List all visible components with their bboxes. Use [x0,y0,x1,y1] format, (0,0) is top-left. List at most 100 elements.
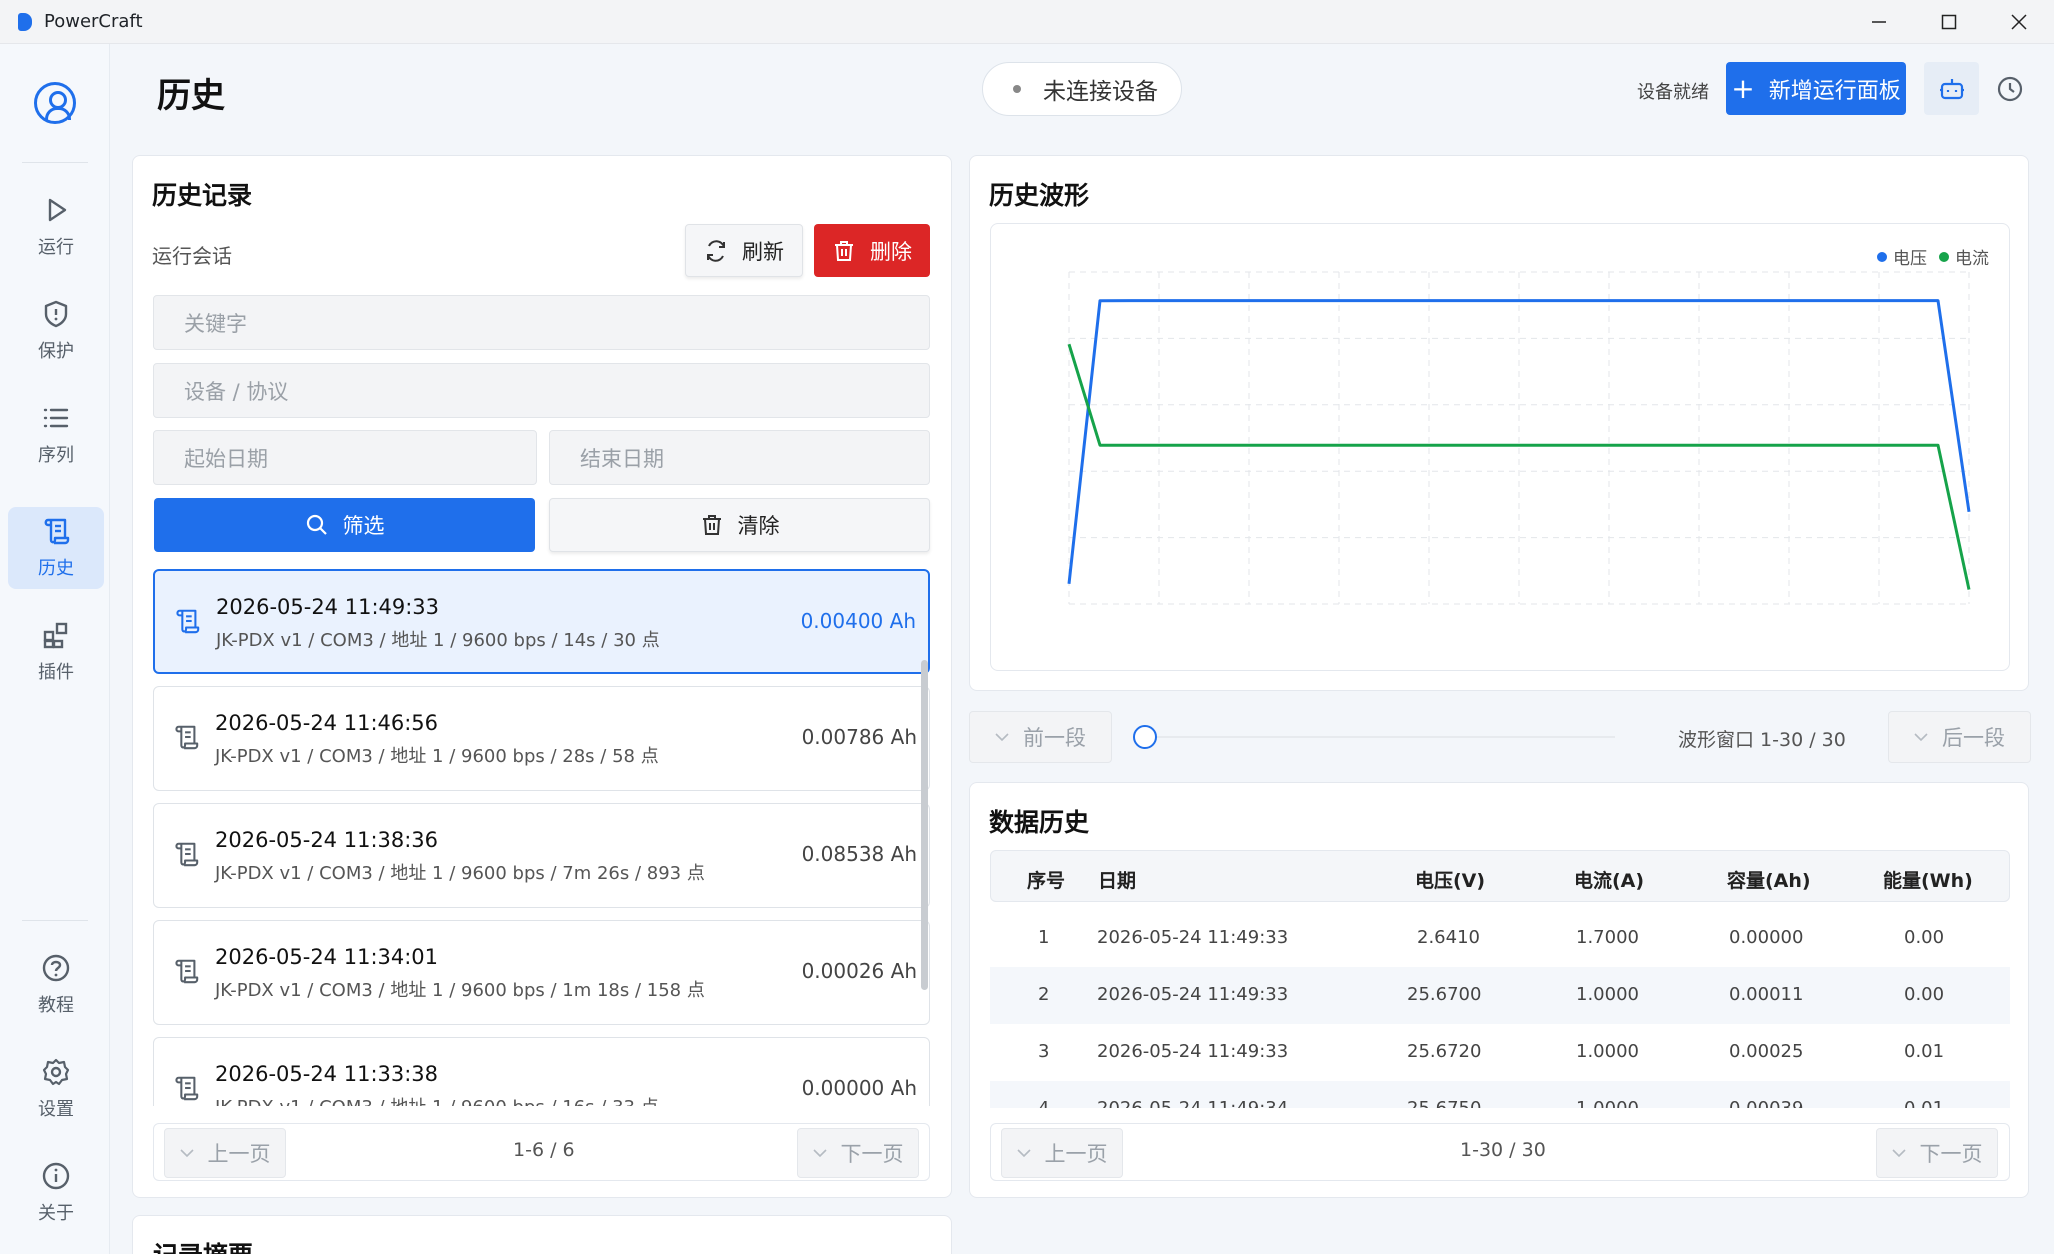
record-desc: JK-PDX v1 / COM3 / 地址 1 / 9600 bps / 28s… [215,746,659,767]
table-cell: 0.00 [1904,984,1945,1005]
list-item[interactable]: 2026-05-24 11:33:38 JK-PDX v1 / COM3 / 地… [153,1037,930,1106]
waveform-title: 历史波形 [989,181,1090,210]
app-logo-icon [18,12,32,31]
list-item[interactable]: 2026-05-24 11:46:56 JK-PDX v1 / COM3 / 地… [153,686,930,791]
table-cell: 1.0000 [1576,1098,1639,1108]
device-status-text: 未连接设备 [1043,79,1158,105]
list-item[interactable]: 2026-05-24 11:49:33 JK-PDX v1 / COM3 / 地… [153,569,930,674]
sidebar: 运行 保护 序列 历史 插件 教程 设置 关于 [0,44,110,1254]
table-row[interactable]: 1 2026-05-24 11:49:33 2.6410 1.7000 0.00… [990,910,2010,967]
sidebar-item-sequence[interactable]: 序列 [8,394,104,476]
data-table-header: 序号 日期 电压(V) 电流(A) 容量(Ah) 能量(Wh) [990,850,2010,902]
record-desc: JK-PDX v1 / COM3 / 地址 1 / 9600 bps / 1m … [215,980,705,1001]
table-row[interactable]: 2 2026-05-24 11:49:33 25.6700 1.0000 0.0… [990,967,2010,1024]
records-scrollbar[interactable] [921,660,928,990]
record-time: 2026-05-24 11:33:38 [215,1062,439,1086]
column-header: 电流(A) [1574,870,1645,892]
table-cell: 0.00039 [1729,1098,1803,1108]
record-desc: JK-PDX v1 / COM3 / 地址 1 / 9600 bps / 14s… [216,630,660,651]
next-segment-button[interactable]: 后一段 [1888,711,2031,763]
history-clock-button[interactable] [1995,74,2025,104]
prev-segment-button[interactable]: 前一段 [969,711,1112,763]
avatar[interactable] [34,82,76,124]
plugin-icon [43,622,68,649]
status-dot-icon [1013,85,1021,93]
table-cell: 2026-05-24 11:49:33 [1097,1041,1289,1062]
list-item[interactable]: 2026-05-24 11:38:36 JK-PDX v1 / COM3 / 地… [153,803,930,908]
waveform-slider-knob[interactable] [1133,725,1157,749]
refresh-label: 刷新 [742,239,784,264]
refresh-icon [707,239,725,262]
filter-label: 筛选 [342,514,385,538]
table-cell: 25.6700 [1407,984,1482,1005]
sidebar-item-settings[interactable]: 设置 [8,1048,104,1130]
page-title: 历史 [157,76,225,116]
table-cell: 0.00011 [1729,984,1804,1005]
sidebar-item-label: 设置 [38,1099,74,1120]
sidebar-item-label: 插件 [38,662,74,683]
table-cell: 0.00000 [1729,927,1804,948]
sidebar-item-label: 保护 [38,341,74,362]
start-date-input[interactable]: 起始日期 [153,430,537,485]
gear-icon [42,1058,70,1086]
record-capacity: 0.00786 Ah [801,725,917,749]
ready-status-text: 设备就绪 [1637,82,1709,103]
maximize-button[interactable] [1914,0,1984,44]
record-time: 2026-05-24 11:46:56 [215,711,439,735]
keyword-input[interactable]: 关键字 [153,295,930,350]
refresh-button[interactable]: 刷新 [685,224,803,277]
sidebar-item-plugins[interactable]: 插件 [8,611,104,693]
table-cell: 1.0000 [1576,1041,1639,1062]
next-page-label: 下一页 [1919,1142,1983,1166]
delete-button[interactable]: 删除 [814,224,930,277]
robot-button[interactable] [1924,62,1979,115]
table-cell: 2026-05-24 11:49:33 [1097,927,1289,948]
column-header: 序号 [1027,870,1066,892]
table-row[interactable]: 4 2026-05-24 11:49:34 25.6750 1.0000 0.0… [990,1081,2010,1108]
sidebar-divider [22,162,88,163]
sidebar-item-label: 运行 [38,237,74,258]
sidebar-item-protect[interactable]: 保护 [8,290,104,372]
device-protocol-input[interactable]: 设备 / 协议 [153,363,930,418]
list-item[interactable]: 2026-05-24 11:34:01 JK-PDX v1 / COM3 / 地… [153,920,930,1025]
new-panel-label: 新增运行面板 [1768,78,1901,104]
records-prev-page-button[interactable]: 上一页 [164,1128,286,1178]
prev-segment-label: 前一段 [1023,726,1086,750]
table-cell: 0.01 [1904,1041,1945,1062]
chevron-down-icon [1016,1149,1031,1158]
close-button[interactable] [1984,0,2054,44]
column-header: 能量(Wh) [1883,870,1973,892]
new-panel-button[interactable]: + 新增运行面板 [1726,62,1906,115]
records-list: 2026-05-24 11:49:33 JK-PDX v1 / COM3 / 地… [150,566,935,1106]
data-prev-page-button[interactable]: 上一页 [1001,1128,1123,1178]
table-row[interactable]: 3 2026-05-24 11:49:33 25.6720 1.0000 0.0… [990,1024,2010,1081]
record-capacity: 0.00400 Ah [800,609,916,633]
table-cell: 2026-05-24 11:49:33 [1097,984,1289,1005]
minimize-icon [1872,21,1886,23]
data-next-page-button[interactable]: 下一页 [1876,1128,1998,1178]
record-capacity: 0.00000 Ah [801,1076,917,1100]
sidebar-item-run[interactable]: 运行 [8,186,104,268]
table-cell: 2 [1038,984,1050,1005]
help-icon [42,954,70,982]
clear-button[interactable]: 清除 [549,498,930,552]
shield-icon [44,300,68,328]
table-cell: 3 [1038,1041,1050,1062]
sidebar-item-about[interactable]: 关于 [8,1152,104,1234]
scroll-icon [176,609,200,634]
sidebar-item-tutorial[interactable]: 教程 [8,944,104,1026]
device-status-pill[interactable]: 未连接设备 [982,62,1182,116]
record-desc: JK-PDX v1 / COM3 / 地址 1 / 9600 bps / 16s… [215,1093,659,1106]
minimize-button[interactable] [1844,0,1914,44]
sidebar-item-label: 历史 [38,558,74,579]
delete-label: 删除 [870,239,912,264]
waveform-slider-track[interactable] [1150,736,1615,738]
records-next-page-button[interactable]: 下一页 [797,1128,919,1178]
sidebar-item-label: 序列 [38,445,74,466]
filter-button[interactable]: 筛选 [154,498,535,552]
waveform-plot [1067,271,1971,605]
chevron-down-icon [995,733,1009,742]
scroll-icon [175,1076,199,1101]
sidebar-item-history[interactable]: 历史 [8,507,104,589]
end-date-input[interactable]: 结束日期 [549,430,930,485]
